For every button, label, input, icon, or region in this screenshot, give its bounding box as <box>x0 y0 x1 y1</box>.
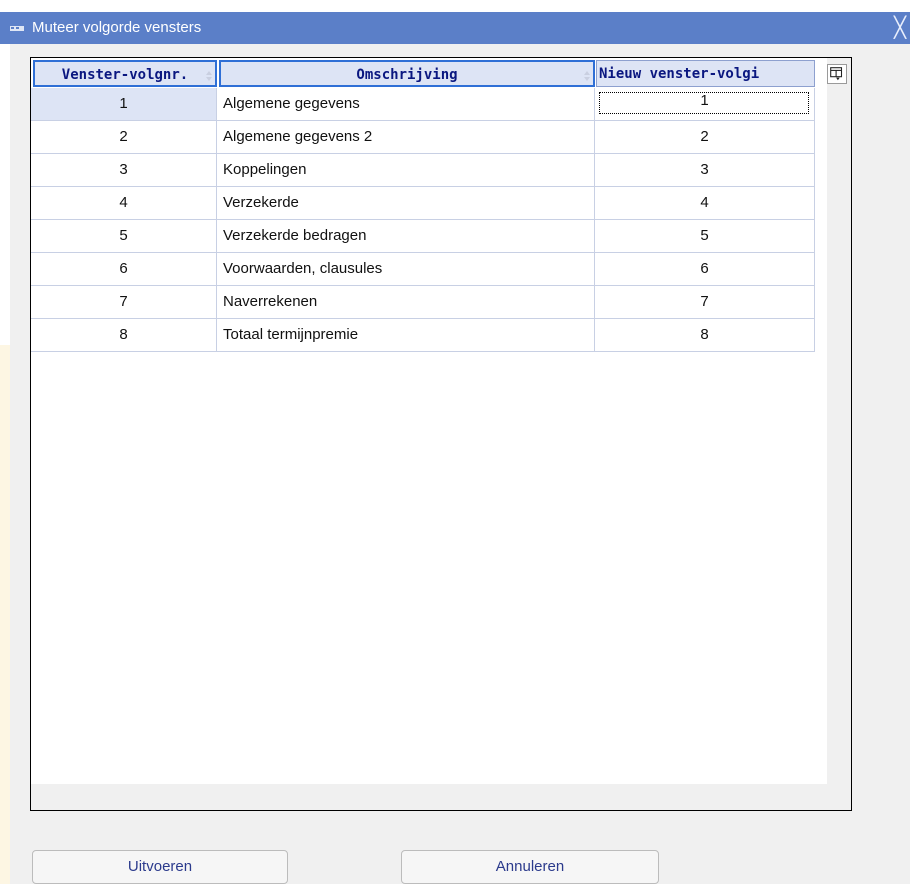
cell-nieuw-volgnr[interactable]: 5 <box>595 220 815 252</box>
cell-omschrijving: Algemene gegevens 2 <box>217 121 595 153</box>
cell-volgnr: 3 <box>31 154 217 186</box>
table-row[interactable]: 2 Algemene gegevens 2 2 <box>31 121 815 154</box>
cell-omschrijving: Voorwaarden, clausules <box>217 253 595 285</box>
cell-volgnr: 6 <box>31 253 217 285</box>
cell-omschrijving: Naverrekenen <box>217 286 595 318</box>
cell-nieuw-volgnr[interactable]: 1 <box>595 88 815 120</box>
column-header-venster-volgnr[interactable]: Venster-volgnr. <box>33 60 217 87</box>
table-row[interactable]: 4 Verzekerde 4 <box>31 187 815 220</box>
column-header-omschrijving[interactable]: Omschrijving <box>219 60 595 87</box>
cancel-button[interactable]: Annuleren <box>401 850 659 884</box>
column-header-nieuw-venster-volgnr[interactable]: Nieuw venster-volgi <box>596 60 815 87</box>
cell-volgnr: 4 <box>31 187 217 219</box>
cell-omschrijving: Koppelingen <box>217 154 595 186</box>
cell-volgnr: 5 <box>31 220 217 252</box>
cell-omschrijving: Verzekerde bedragen <box>217 220 595 252</box>
table-row[interactable]: 5 Verzekerde bedragen 5 <box>31 220 815 253</box>
cell-nieuw-volgnr[interactable]: 3 <box>595 154 815 186</box>
column-header-label: Venster-volgnr. <box>61 67 189 83</box>
table-row[interactable]: 3 Koppelingen 3 <box>31 154 815 187</box>
cell-volgnr: 7 <box>31 286 217 318</box>
dialog-body: Venster-volgnr. Omschrijving Nieuw venst… <box>10 44 910 884</box>
column-header-label: Nieuw venster-volgi <box>599 66 760 82</box>
execute-button[interactable]: Uitvoeren <box>32 850 288 884</box>
sort-icon <box>206 71 212 81</box>
focus-rect <box>599 92 809 114</box>
table-row[interactable]: 1 Algemene gegevens 1 <box>31 88 815 121</box>
window-title: Muteer volgorde vensters <box>32 19 202 36</box>
cell-nieuw-volgnr[interactable]: 7 <box>595 286 815 318</box>
cell-volgnr: 1 <box>31 88 217 120</box>
cell-nieuw-volgnr[interactable]: 4 <box>595 187 815 219</box>
order-grid: Venster-volgnr. Omschrijving Nieuw venst… <box>30 57 852 811</box>
app-icon <box>10 26 24 31</box>
background-strip <box>0 345 10 884</box>
column-header-label: Omschrijving <box>356 67 458 83</box>
sort-icon <box>584 71 590 81</box>
cell-volgnr: 8 <box>31 319 217 351</box>
column-chooser-icon <box>830 67 843 81</box>
cell-nieuw-volgnr[interactable]: 2 <box>595 121 815 153</box>
title-bar[interactable]: Muteer volgorde vensters ╳ <box>0 12 910 44</box>
cell-nieuw-volgnr[interactable]: 8 <box>595 319 815 351</box>
column-chooser-button[interactable] <box>827 64 847 84</box>
grid-area: Venster-volgnr. Omschrijving Nieuw venst… <box>31 58 827 784</box>
close-icon[interactable]: ╳ <box>894 12 906 44</box>
table-row[interactable]: 7 Naverrekenen 7 <box>31 286 815 319</box>
table-row[interactable]: 8 Totaal termijnpremie 8 <box>31 319 815 352</box>
cell-omschrijving: Verzekerde <box>217 187 595 219</box>
cell-omschrijving: Totaal termijnpremie <box>217 319 595 351</box>
cell-nieuw-volgnr[interactable]: 6 <box>595 253 815 285</box>
cell-volgnr: 2 <box>31 121 217 153</box>
cell-omschrijving: Algemene gegevens <box>217 88 595 120</box>
table-row[interactable]: 6 Voorwaarden, clausules 6 <box>31 253 815 286</box>
